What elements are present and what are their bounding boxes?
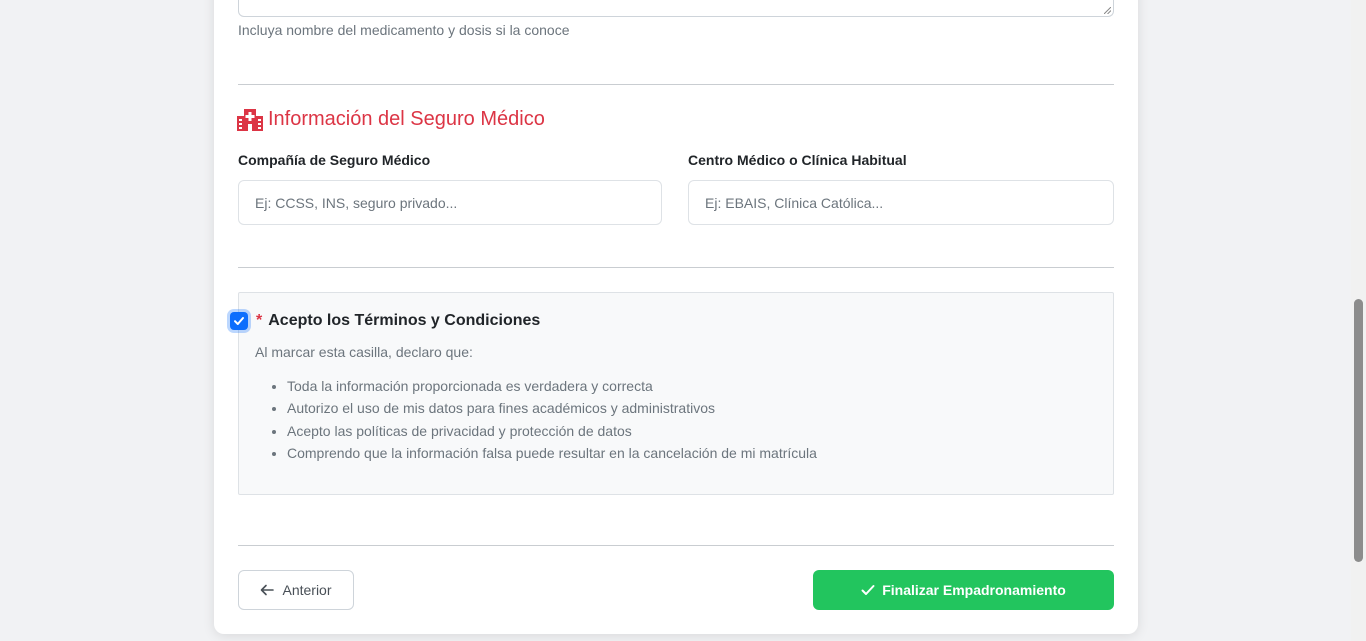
list-item: Acepto las políticas de privacidad y pro… xyxy=(287,420,817,442)
clinic-input[interactable] xyxy=(688,180,1114,225)
arrow-left-icon xyxy=(261,584,275,596)
section-title-text: Información del Seguro Médico xyxy=(268,108,545,130)
list-item: Comprendo que la información falsa puede… xyxy=(287,442,817,464)
previous-button-label: Anterior xyxy=(282,582,332,598)
medication-help-text: Incluya nombre del medicamento y dosis s… xyxy=(238,22,570,38)
clinic-label: Centro Médico o Clínica Habitual xyxy=(688,152,907,168)
terms-intro: Al marcar esta casilla, declaro que: xyxy=(255,344,473,360)
finish-enrollment-button[interactable]: Finalizar Empadronamiento xyxy=(813,570,1114,610)
terms-title-text: Acepto los Términos y Condiciones xyxy=(268,312,541,329)
terms-list: Toda la información proporcionada es ver… xyxy=(255,375,817,464)
finish-button-label: Finalizar Empadronamiento xyxy=(882,582,1066,598)
check-icon xyxy=(861,585,875,595)
scrollbar-thumb[interactable] xyxy=(1354,299,1363,562)
previous-button[interactable]: Anterior xyxy=(238,570,354,610)
checkmark-icon xyxy=(234,317,244,325)
insurance-company-input[interactable] xyxy=(238,180,662,225)
section-divider xyxy=(238,84,1114,85)
medication-textarea[interactable] xyxy=(238,0,1114,17)
insurance-section-title: Información del Seguro Médico xyxy=(237,108,545,131)
resize-handle-icon[interactable] xyxy=(1104,7,1111,14)
list-item: Autorizo el uso de mis datos para fines … xyxy=(287,397,817,419)
list-item: Toda la información proporcionada es ver… xyxy=(287,375,817,397)
terms-title: * Acepto los Términos y Condiciones xyxy=(256,312,540,330)
insurance-company-label: Compañía de Seguro Médico xyxy=(238,152,431,168)
terms-checkbox[interactable] xyxy=(230,312,248,330)
section-divider xyxy=(238,545,1114,546)
hospital-icon xyxy=(237,108,263,131)
section-divider xyxy=(238,267,1114,268)
required-asterisk: * xyxy=(256,312,263,329)
